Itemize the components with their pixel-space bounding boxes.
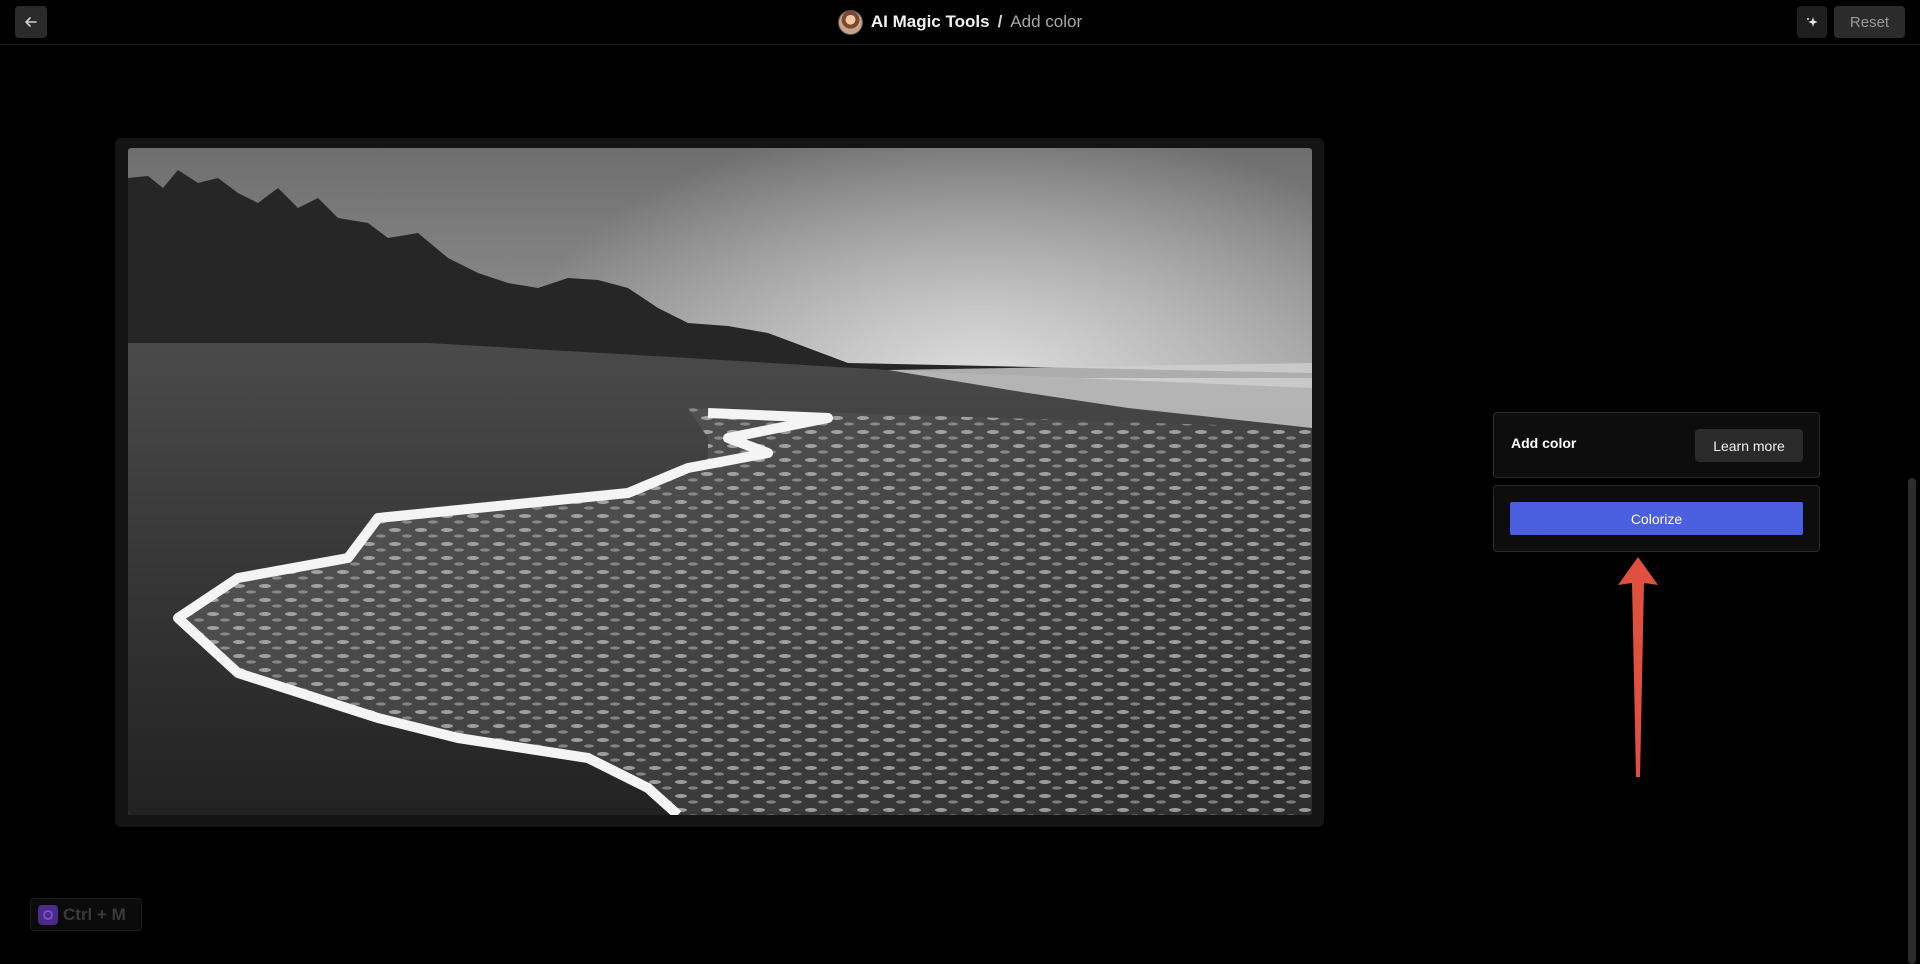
scrollbar[interactable] [1908,478,1916,964]
add-color-panel: Add color Learn more [1493,412,1820,478]
annotation-arrow [1618,557,1658,777]
sparkle-icon [1807,17,1818,27]
photo-preview [128,148,1312,815]
colorize-button[interactable]: Colorize [1510,502,1803,535]
shortcut-label: Ctrl + M [63,904,126,924]
breadcrumb: AI Magic Tools / Add color [0,0,1920,44]
shortcut-hint[interactable]: Ctrl + M [30,898,142,931]
colorize-panel: Colorize [1493,485,1820,552]
learn-more-button[interactable]: Learn more [1695,429,1803,462]
top-bar: AI Magic Tools / Add color Reset [0,0,1920,45]
breadcrumb-separator: / [997,12,1003,31]
avatar[interactable] [837,9,863,35]
breadcrumb-app-name[interactable]: AI Magic Tools [871,12,990,32]
breadcrumb-page-name: Add color [1010,12,1083,31]
panel-title: Add color [1511,435,1577,451]
reset-button[interactable]: Reset [1834,6,1905,38]
magic-action-button[interactable] [1797,6,1827,38]
magic-logo-icon [38,904,58,925]
